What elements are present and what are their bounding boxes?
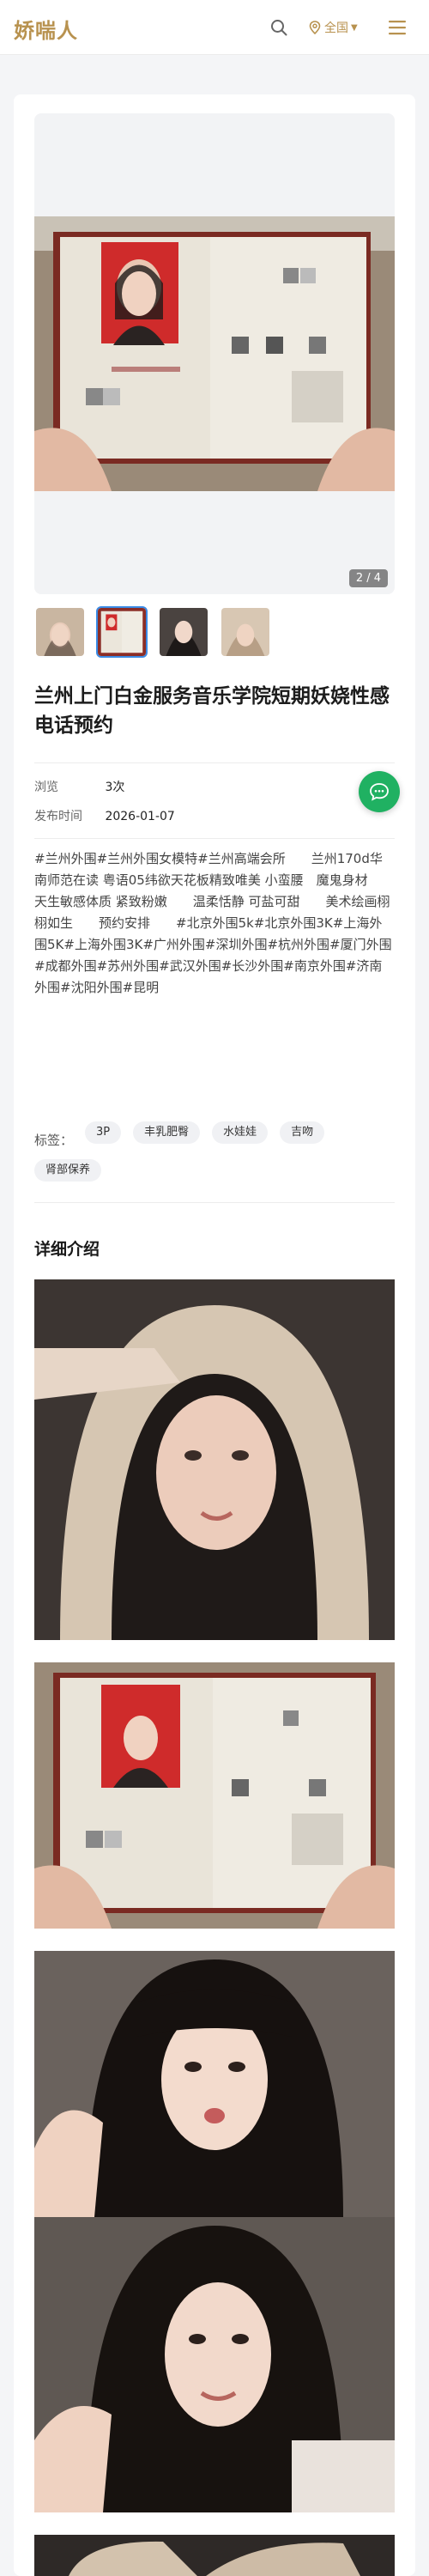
thumbnail-3[interactable]: [158, 606, 209, 658]
site-logo[interactable]: 娇喘人: [14, 14, 78, 44]
section-title: 详细介绍: [34, 1240, 100, 1259]
divider: [34, 762, 395, 763]
chat-icon: [370, 783, 389, 801]
post-description: #兰州外围#兰州外围女模特#兰州高端会所 兰州170d华南师范在读 粤语05纬欲…: [34, 851, 394, 995]
main-gallery-image[interactable]: 2 / 4: [34, 113, 395, 594]
chevron-down-icon: ▼: [351, 22, 358, 33]
detail-image-5[interactable]: [34, 2535, 395, 2576]
meta-date-value: 2026-01-07: [105, 810, 175, 823]
tags-label: 标签：: [34, 1133, 74, 1148]
meta-views-label: 浏览: [34, 781, 58, 794]
image-counter: 2 / 4: [348, 569, 388, 587]
search-icon[interactable]: [269, 18, 288, 37]
location-label: 全国: [324, 21, 348, 35]
tag-item[interactable]: 3P: [85, 1121, 122, 1144]
menu-icon[interactable]: [388, 20, 407, 35]
id-document-photo: [34, 216, 395, 491]
tag-list: 标签： 3P 丰乳肥臀 水娃娃 吉吻 肾部保养: [34, 1121, 395, 1197]
thumbnail-1[interactable]: [34, 606, 86, 658]
thumbnail-2[interactable]: [96, 606, 148, 658]
meta-views: 浏览 3次: [34, 778, 124, 795]
detail-image-4[interactable]: [34, 2217, 395, 2512]
divider: [34, 838, 395, 839]
tag-item[interactable]: 肾部保养: [34, 1159, 102, 1182]
chat-button[interactable]: [359, 771, 400, 812]
location-selector[interactable]: 全国 ▼: [309, 19, 358, 36]
meta-date-label: 发布时间: [34, 810, 82, 823]
divider: [34, 1202, 395, 1203]
detail-image-3[interactable]: [34, 1951, 395, 2217]
location-icon: [309, 21, 321, 34]
meta-views-value: 3次: [105, 781, 125, 794]
post-card: 2 / 4 兰州上门白金服务音乐学院短期妖娆性感电话预约 浏览 3次 发布时间 …: [14, 94, 415, 2576]
tag-item[interactable]: 水娃娃: [212, 1121, 269, 1144]
meta-date: 发布时间 2026-01-07: [34, 807, 175, 824]
thumbnail-strip: [34, 606, 281, 661]
thumbnail-4[interactable]: [220, 606, 271, 658]
detail-image-1[interactable]: [34, 1279, 395, 1640]
tag-item[interactable]: 丰乳肥臀: [133, 1121, 201, 1144]
top-header: 娇喘人 全国 ▼: [0, 0, 429, 55]
tag-item[interactable]: 吉吻: [280, 1121, 325, 1144]
detail-image-2[interactable]: [34, 1662, 395, 1929]
post-title: 兰州上门白金服务音乐学院短期妖娆性感电话预约: [34, 685, 390, 737]
